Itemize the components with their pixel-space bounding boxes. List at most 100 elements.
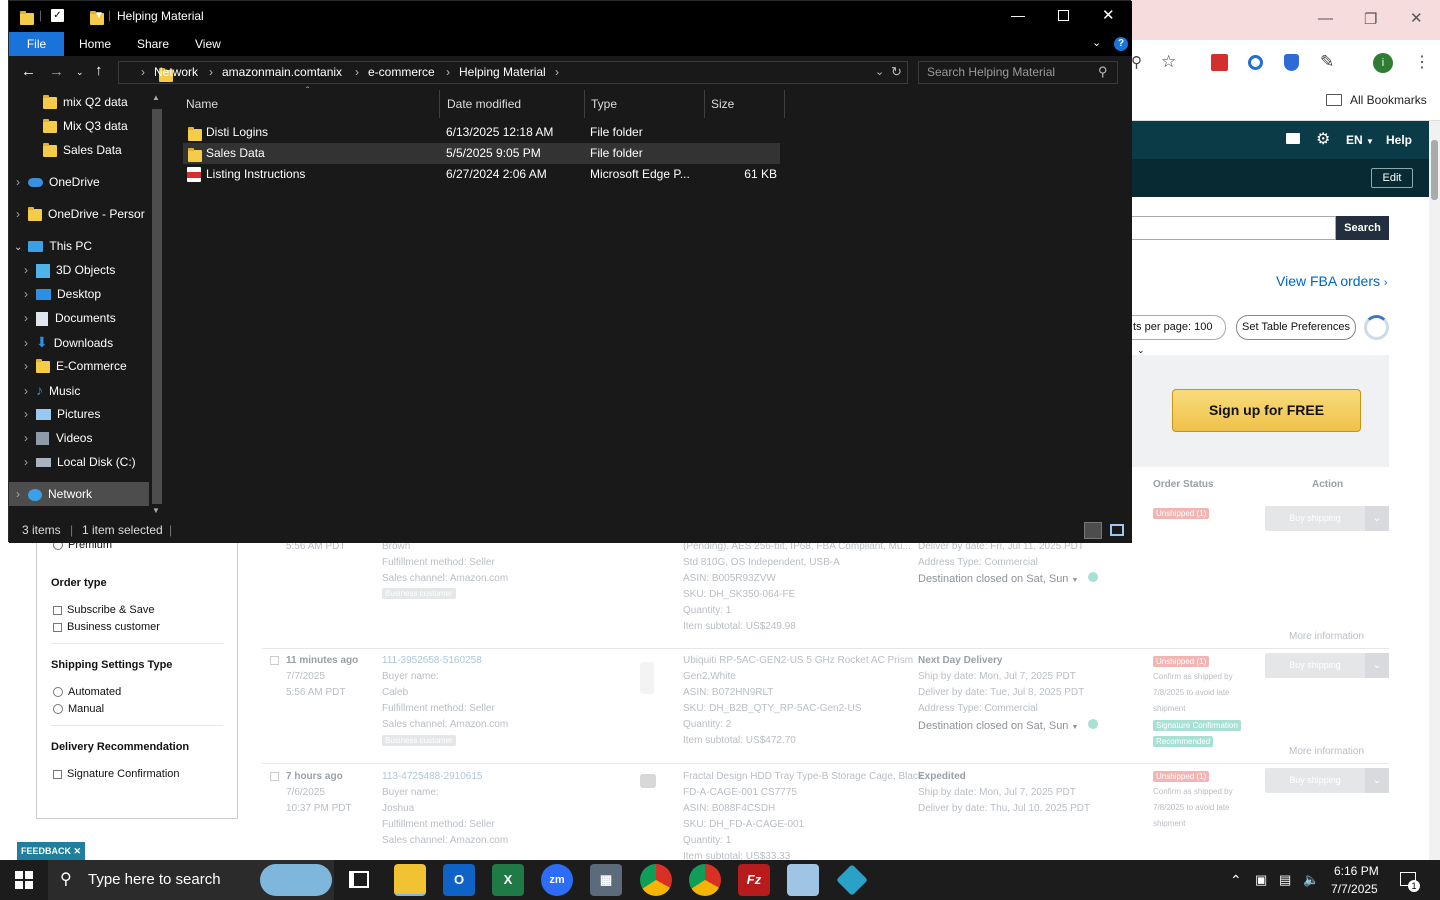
chevron-right-icon[interactable]: › — [24, 359, 28, 373]
start-windows-icon[interactable] — [15, 871, 33, 889]
column-separator[interactable] — [439, 90, 440, 118]
language-selector[interactable]: EN ▼ — [1346, 133, 1374, 147]
product-image[interactable] — [640, 662, 654, 694]
radio-icon[interactable] — [53, 687, 63, 698]
column-header-date-modified[interactable]: Date modified — [447, 90, 521, 118]
nav-item-sales-data[interactable]: Sales Data — [9, 138, 149, 162]
properties-icon[interactable]: ✓ — [51, 9, 64, 22]
extensions-puzzle-icon[interactable]: ✎ — [1320, 52, 1334, 72]
tab-share[interactable]: Share — [137, 32, 169, 56]
bookmark-star-icon[interactable]: ☆ — [1161, 52, 1176, 72]
file-row[interactable]: Listing Instructions 6/27/2024 2:06 AM M… — [183, 164, 780, 185]
nav-item-videos[interactable]: › Videos — [9, 426, 149, 450]
order-id-link[interactable]: 111-3952658-5160258 — [382, 655, 482, 666]
browser-menu-icon[interactable]: ⋮ — [1414, 52, 1430, 72]
zoom-icon[interactable]: ⚲ — [1131, 53, 1142, 71]
search-input[interactable]: Search Helping Material — [918, 61, 1118, 84]
filter-business-customer[interactable]: Business customer — [53, 621, 160, 633]
order-checkbox[interactable] — [270, 656, 279, 665]
close-icon[interactable]: ✕ — [73, 846, 81, 856]
more-information-link[interactable]: More information — [1289, 746, 1364, 757]
buy-shipping-button[interactable]: Buy shipping — [1265, 506, 1365, 531]
column-separator[interactable] — [584, 90, 585, 118]
page-scrollbar[interactable] — [1429, 121, 1440, 860]
help-link[interactable]: Help — [1386, 133, 1412, 147]
chevron-right-icon[interactable]: › — [16, 175, 20, 189]
expand-ribbon-icon[interactable]: ⌄ — [1092, 36, 1101, 49]
breadcrumb-network[interactable]: Network — [154, 61, 198, 84]
destination-closed[interactable]: Destination closed on Sat, Sun ▼ — [918, 719, 1098, 732]
page-scrollbar-thumb[interactable] — [1431, 140, 1438, 200]
buy-shipping-dropdown[interactable]: ⌄ — [1365, 768, 1389, 793]
file-row[interactable]: Disti Logins 6/13/2025 12:18 AM File fol… — [183, 122, 780, 143]
scroll-down-icon[interactable]: ▼ — [152, 506, 160, 515]
help-icon[interactable]: ? — [1114, 37, 1128, 51]
breadcrumb-server[interactable]: amazonmain.comtanix — [222, 61, 342, 84]
nav-item-3d-objects[interactable]: › 3D Objects — [9, 258, 149, 282]
column-separator[interactable] — [784, 90, 785, 118]
chevron-right-icon[interactable]: › — [24, 431, 28, 445]
breadcrumb-helping-material[interactable]: Helping Material — [459, 61, 546, 84]
checkbox-icon[interactable] — [53, 622, 62, 632]
details-view-icon[interactable] — [1084, 522, 1102, 539]
chevron-right-icon[interactable]: › — [24, 287, 28, 301]
product-title[interactable]: Ubiquiti RP-5AC-GEN2-US 5 GHz Rocket AC … — [683, 655, 913, 666]
column-header-type[interactable]: Type — [591, 90, 617, 118]
tab-file[interactable]: File — [9, 32, 64, 56]
info-icon[interactable] — [1087, 719, 1098, 729]
task-view-icon[interactable] — [349, 871, 369, 888]
tray-app-icon[interactable]: ▣ — [1255, 860, 1267, 900]
chevron-right-icon[interactable]: › — [24, 263, 28, 277]
nav-item-downloads[interactable]: › ⬇ Downloads — [9, 330, 149, 354]
nav-item-documents[interactable]: › Documents — [9, 306, 149, 330]
volume-icon[interactable]: 🔈 — [1303, 860, 1319, 900]
filter-manual[interactable]: Manual — [53, 703, 104, 715]
breadcrumb-ecommerce[interactable]: e-commerce — [368, 61, 435, 84]
results-per-page-select[interactable]: ts per page: 100 ⌄ — [1131, 315, 1226, 355]
chevron-right-icon[interactable]: › — [24, 407, 28, 421]
filter-signature-confirmation[interactable]: Signature Confirmation — [53, 768, 180, 780]
pdf-extension-icon[interactable] — [1211, 54, 1228, 71]
zoom-icon[interactable]: zm — [541, 864, 573, 896]
more-information-link[interactable]: More information — [1289, 631, 1364, 642]
tab-home[interactable]: Home — [79, 32, 111, 56]
search-button[interactable]: Search — [1336, 216, 1389, 240]
feedback-button[interactable]: FEEDBACK ✕ — [17, 842, 85, 860]
browser-close-icon[interactable]: ✕ — [1410, 9, 1423, 27]
search-icon[interactable]: ⚲ — [1098, 64, 1108, 80]
edit-button[interactable]: Edit — [1371, 168, 1413, 188]
chevron-right-icon[interactable]: › — [24, 384, 28, 398]
destination-closed[interactable]: Destination closed on Sat, Sun ▼ — [918, 572, 1098, 585]
checkbox-icon[interactable] — [53, 769, 62, 779]
chevron-right-icon[interactable]: › — [16, 487, 20, 501]
filter-automated[interactable]: Automated — [53, 686, 121, 698]
back-arrow-icon[interactable]: ← — [21, 63, 36, 80]
profile-avatar[interactable]: i — [1373, 53, 1393, 73]
buy-shipping-dropdown[interactable]: ⌄ — [1365, 653, 1389, 678]
settings-gear-icon[interactable]: ⚙ — [1316, 129, 1330, 149]
show-hidden-icons[interactable]: ⌃ — [1230, 860, 1242, 900]
large-icons-view-icon[interactable] — [1110, 524, 1124, 536]
nav-item-onedrive-personal[interactable]: › OneDrive - Persor — [9, 202, 149, 226]
chevron-right-icon[interactable]: › — [24, 311, 28, 325]
chevron-down-icon[interactable]: ⌄ — [14, 242, 22, 253]
radio-icon[interactable] — [53, 704, 63, 715]
chevron-right-icon[interactable]: › — [24, 455, 28, 469]
nav-item-network[interactable]: › Network — [9, 482, 149, 506]
nav-item-local-disk[interactable]: › Local Disk (C:) — [9, 450, 149, 474]
forward-arrow-icon[interactable]: → — [49, 63, 64, 80]
chrome-icon[interactable] — [640, 864, 672, 896]
up-arrow-icon[interactable]: ↑ — [95, 62, 103, 79]
file-explorer-taskbar-icon[interactable] — [394, 864, 426, 896]
filter-subscribe-save[interactable]: Subscribe & Save — [53, 604, 154, 616]
order-checkbox[interactable] — [270, 772, 279, 781]
chevron-right-icon[interactable]: › — [24, 336, 28, 350]
calculator-icon[interactable]: ▦ — [590, 864, 622, 896]
column-separator[interactable] — [704, 90, 705, 118]
sign-up-free-button[interactable]: Sign up for FREE — [1172, 389, 1361, 432]
browser-restore-icon[interactable]: ❐ — [1364, 10, 1377, 28]
shield-extension-icon[interactable] — [1284, 54, 1299, 71]
excel-icon[interactable]: X — [492, 864, 524, 896]
buy-shipping-button[interactable]: Buy shipping — [1265, 653, 1365, 678]
product-image[interactable] — [640, 774, 656, 788]
